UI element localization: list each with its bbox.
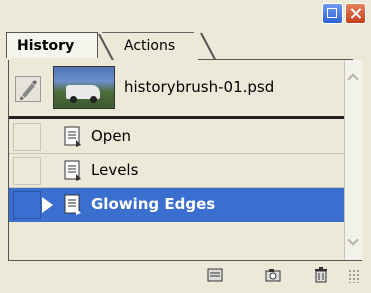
title-bar [0, 0, 371, 30]
current-state-pointer-icon[interactable] [42, 197, 53, 213]
snapshot-label: historybrush-01.psd [124, 78, 275, 96]
tab-strip: History Actions [0, 30, 371, 83]
brush-source-cell[interactable] [13, 191, 41, 219]
snapshot-row[interactable]: historybrush-01.psd [9, 60, 345, 116]
new-document-from-state-icon[interactable] [206, 266, 224, 284]
state-label: Open [91, 127, 132, 145]
history-state-glowing-edges[interactable]: Glowing Edges [9, 188, 345, 222]
history-list: historybrush-01.psd Open Levels Glowing … [8, 60, 345, 260]
brush-source-cell[interactable] [13, 157, 41, 185]
document-icon [64, 194, 81, 215]
camera-icon[interactable] [264, 266, 282, 284]
history-panel: History Actions historybrush-01.psd Open… [0, 0, 371, 293]
history-state-open[interactable]: Open [9, 120, 345, 154]
history-brush-icon[interactable] [15, 76, 41, 102]
restore-icon[interactable] [322, 3, 343, 24]
snapshot-separator [9, 116, 345, 119]
scroll-up-icon[interactable] [345, 68, 362, 88]
resize-grip-icon[interactable] [348, 269, 360, 283]
state-label: Levels [91, 161, 139, 179]
scroll-down-icon[interactable] [345, 232, 362, 252]
brush-source-cell[interactable] [13, 123, 41, 151]
close-icon[interactable] [345, 3, 366, 24]
state-label: Glowing Edges [91, 195, 216, 213]
document-icon [64, 160, 81, 181]
snapshot-thumbnail [53, 66, 115, 109]
document-icon [64, 126, 81, 147]
trash-icon[interactable] [312, 266, 330, 284]
history-state-levels[interactable]: Levels [9, 154, 345, 188]
panel-footer [8, 260, 362, 289]
tab-history[interactable]: History [6, 32, 98, 58]
vertical-scrollbar[interactable] [344, 60, 362, 260]
tab-actions[interactable]: Actions [102, 32, 194, 58]
